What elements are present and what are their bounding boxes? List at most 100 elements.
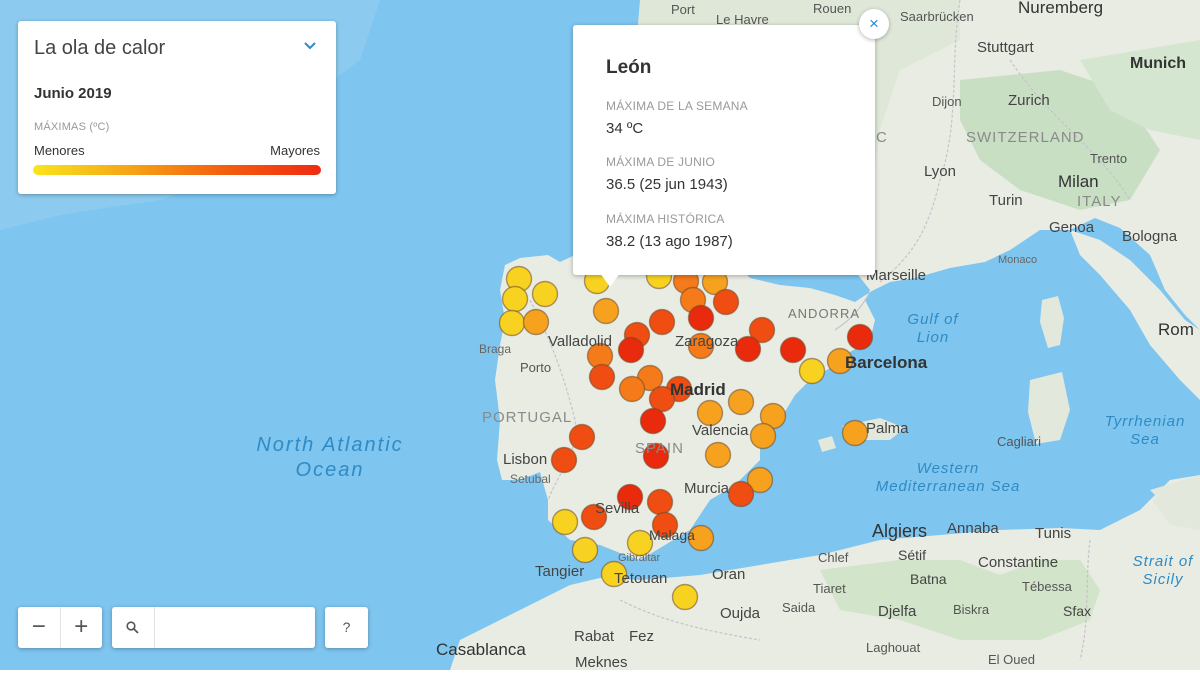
popup-pointer [600, 273, 620, 287]
map-label-dijon: Dijon [932, 94, 962, 109]
map-label-setif: Sétif [898, 547, 927, 563]
station-marker[interactable] [841, 419, 869, 447]
map-label-andorra: ANDORRA [788, 306, 861, 321]
map-label-casablanca: Casablanca [436, 640, 526, 659]
station-marker[interactable] [727, 388, 755, 416]
station-marker[interactable] [588, 363, 616, 391]
map-label-north-atlantic-ocean: North Atlantic Ocean [256, 434, 404, 481]
map-label-malaga: Malaga [649, 527, 695, 543]
station-marker[interactable] [727, 480, 755, 508]
station-marker[interactable] [648, 308, 676, 336]
map-label-saida: Saida [782, 600, 816, 615]
station-marker[interactable] [498, 309, 526, 337]
map-label-rabat: Rabat [574, 628, 615, 645]
zoom-controls: − + [18, 607, 102, 648]
map-label-turin: Turin [989, 192, 1023, 209]
legend-max-label: Mayores [270, 143, 320, 158]
map-label-bologna: Bologna [1122, 228, 1178, 245]
map-label-genoa: Genoa [1049, 219, 1095, 236]
chevron-down-icon[interactable] [302, 37, 318, 53]
map-label-laghouat: Laghouat [866, 640, 921, 655]
map-label-oran: Oran [712, 566, 746, 583]
map-label-murcia: Murcia [684, 480, 730, 497]
footer-strip [0, 670, 1200, 675]
station-marker[interactable] [671, 583, 699, 611]
popup-label-june-max: MÁXIMA DE JUNIO [606, 155, 716, 169]
map-label-sfax: Sfax [1063, 603, 1092, 619]
station-marker[interactable] [687, 304, 715, 332]
legend-subtitle: MÁXIMAS (ºC) [34, 121, 110, 133]
search-divider [154, 607, 155, 648]
map-label-trento: Trento [1090, 151, 1128, 166]
map-label-palma: Palma [866, 420, 909, 437]
map-label-port: Port [671, 2, 695, 17]
legend-title: La ola de calor [34, 37, 166, 59]
station-marker[interactable] [749, 422, 777, 450]
legend-panel: La ola de calor Junio 2019 MÁXIMAS (ºC) … [18, 21, 336, 194]
map-label-gulf-of-lion: Gulf of Lion [907, 311, 959, 346]
map-label-batna: Batna [910, 571, 947, 587]
search-input[interactable] [158, 611, 312, 645]
map-label-switzerland: SWITZERLAND [966, 129, 1085, 146]
popup-value-historic-max: 38.2 (13 ago 1987) [606, 233, 733, 250]
station-marker[interactable] [712, 288, 740, 316]
map-label-setubal: Setubal [510, 472, 551, 486]
station-marker[interactable] [846, 323, 874, 351]
zoom-in-button[interactable]: + [60, 607, 102, 648]
map-label-djelfa: Djelfa [878, 603, 917, 620]
map-label-stuttgart: Stuttgart [977, 39, 1034, 56]
station-marker[interactable] [617, 336, 645, 364]
zoom-out-button[interactable]: − [18, 607, 60, 648]
station-marker[interactable] [571, 536, 599, 564]
legend-period: Junio 2019 [34, 85, 112, 102]
map-label-rouen: Rouen [813, 1, 852, 16]
map-label-tiaret: Tiaret [813, 581, 846, 596]
map-label-rome: Rom [1158, 320, 1194, 339]
map-label-munich: Munich [1130, 55, 1186, 72]
map-label-tangier: Tangier [535, 563, 585, 580]
popup-title: León [606, 57, 652, 78]
map-label-meknes: Meknes [575, 654, 628, 671]
map-label-zaragoza: Zaragoza [675, 333, 739, 350]
popup-label-week-max: MÁXIMA DE LA SEMANA [606, 99, 748, 113]
station-marker[interactable] [734, 335, 762, 363]
map-label-sevilla: Sevilla [595, 500, 640, 517]
station-marker[interactable] [592, 297, 620, 325]
station-marker[interactable] [798, 357, 826, 385]
station-marker[interactable] [646, 488, 674, 516]
help-button[interactable]: ? [325, 607, 368, 648]
search-icon[interactable] [126, 621, 139, 634]
map-label-biskra: Biskra [953, 602, 990, 617]
station-marker[interactable] [779, 336, 807, 364]
close-popup-button[interactable]: × [859, 9, 889, 39]
station-marker[interactable] [551, 508, 579, 536]
station-marker[interactable] [501, 285, 529, 313]
map-label-portugal: PORTUGAL [482, 409, 573, 426]
station-marker[interactable] [568, 423, 596, 451]
map-label-france-fragment: C [876, 129, 888, 146]
station-popup: León MÁXIMA DE LA SEMANA 34 ºC MÁXIMA DE… [573, 25, 875, 275]
map-label-tetouan: Tetouan [614, 570, 668, 587]
map-label-marseille: Marseille [866, 267, 927, 284]
map-label-nuremberg: Nuremberg [1018, 0, 1104, 17]
search-box [112, 607, 315, 648]
popup-label-historic-max: MÁXIMA HISTÓRICA [606, 212, 725, 226]
map-label-constantine: Constantine [978, 554, 1059, 571]
station-marker[interactable] [531, 280, 559, 308]
map-label-tunis: Tunis [1035, 525, 1072, 542]
station-marker[interactable] [618, 375, 646, 403]
station-marker[interactable] [639, 407, 667, 435]
map-label-milan: Milan [1058, 172, 1099, 191]
map-label-western-mediterranean-sea: Western Mediterranean Sea [875, 460, 1021, 495]
map-label-monaco: Monaco [998, 254, 1038, 266]
station-marker[interactable] [522, 308, 550, 336]
map-label-el-oued: El Oued [988, 652, 1035, 667]
map-label-braga: Braga [479, 342, 512, 356]
map-label-italy: ITALY [1077, 193, 1122, 210]
station-marker[interactable] [550, 446, 578, 474]
popup-value-week-max: 34 ºC [606, 120, 644, 137]
map-label-madrid: Madrid [670, 380, 726, 399]
map-label-chlef: Chlef [818, 550, 849, 565]
map-label-gibraltar: Gibraltar [618, 552, 661, 564]
station-marker[interactable] [704, 441, 732, 469]
